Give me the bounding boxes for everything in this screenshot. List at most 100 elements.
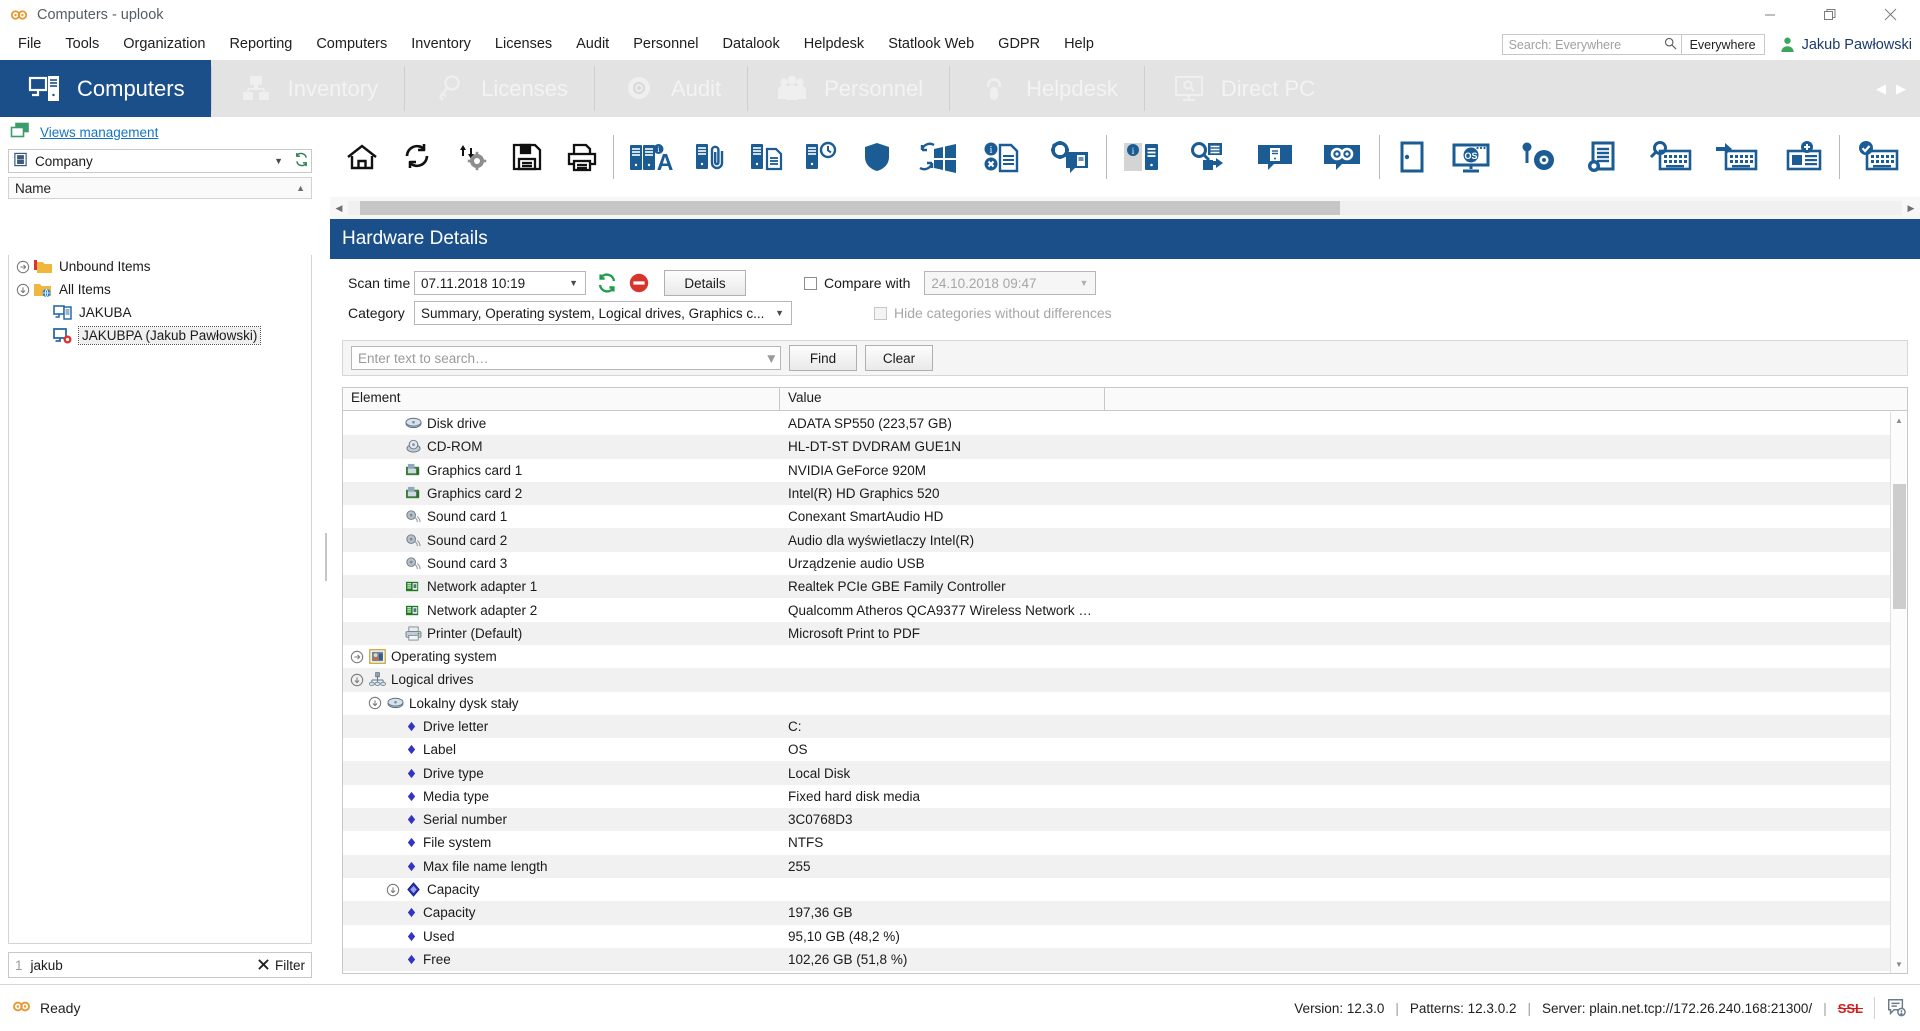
delete-scan-button[interactable]: [626, 270, 652, 296]
keyboard-export-icon[interactable]: [1703, 129, 1769, 185]
computer-comment-icon[interactable]: [1243, 129, 1309, 185]
company-selector[interactable]: Company ▼: [8, 149, 312, 173]
toolbar-scroll-left-icon[interactable]: ◀: [330, 203, 348, 214]
keyboard-add-icon[interactable]: [1769, 129, 1835, 185]
table-row[interactable]: Capacity 197,36 GB: [343, 901, 1907, 925]
table-row[interactable]: Media type Fixed hard disk media: [343, 785, 1907, 808]
compare-with-checkbox[interactable]: [804, 276, 817, 290]
menu-item-licenses[interactable]: Licenses: [483, 33, 564, 55]
table-row[interactable]: Graphics card 2 Intel(R) HD Graphics 520: [343, 481, 1907, 506]
table-row[interactable]: Label OS: [343, 738, 1907, 761]
grid-scroll-thumb[interactable]: [1893, 484, 1906, 609]
table-row[interactable]: Printer (Default) Microsoft Print to PDF: [343, 621, 1907, 645]
table-row[interactable]: Capacity: [343, 878, 1907, 901]
tree-node-all-items[interactable]: All Items: [9, 278, 311, 301]
table-row[interactable]: Network adapter 1 Realtek PCIe GBE Family…: [343, 575, 1907, 599]
table-row[interactable]: Disk drive ADATA SP550 (223,57 GB): [343, 412, 1907, 435]
table-row[interactable]: Graphics card 1 NVIDIA GeForce 920M: [343, 459, 1907, 482]
expander-expanded-icon[interactable]: [366, 696, 384, 710]
computer-info-grey-icon[interactable]: i: [1111, 129, 1177, 185]
menu-item-file[interactable]: File: [6, 33, 53, 55]
tree-filter-bar[interactable]: 1 jakub Filter: [8, 952, 312, 978]
door-icon[interactable]: [1384, 129, 1439, 185]
table-row[interactable]: Serial number 3C0768D3: [343, 808, 1907, 832]
toolbar-scroll-track[interactable]: [348, 201, 1902, 215]
table-row[interactable]: Lokalny dysk stały: [343, 692, 1907, 715]
panel-splitter[interactable]: [321, 117, 330, 984]
chevron-down-icon[interactable]: ▼: [270, 156, 287, 166]
table-row[interactable]: Logical drives: [343, 668, 1907, 692]
table-row[interactable]: Sound card 1 Conexant SmartAudio HD: [343, 505, 1907, 528]
menu-item-statlook-web[interactable]: Statlook Web: [876, 33, 986, 55]
grid-vertical-scrollbar[interactable]: ▲ ▼: [1890, 412, 1907, 973]
refresh-small-icon[interactable]: [294, 152, 309, 170]
chevron-up-icon[interactable]: ▲: [1891, 412, 1907, 429]
tab-scroll-prev-icon[interactable]: ◀: [1876, 81, 1886, 97]
tree-node-jakubpa[interactable]: JAKUBPA (Jakub Pawłowski): [9, 324, 311, 347]
chevron-down-icon[interactable]: ▼: [1891, 956, 1907, 973]
os-monitor-icon[interactable]: OS: [1439, 129, 1505, 185]
filter-value[interactable]: jakub: [31, 958, 63, 973]
table-row[interactable]: Free 102,26 GB (51,8 %): [343, 947, 1907, 972]
sort-asc-icon[interactable]: ▲: [296, 183, 305, 193]
tab-audit[interactable]: Audit: [593, 60, 747, 117]
tree-node-jakuba[interactable]: JAKUBA: [9, 301, 311, 324]
expander-expanded-icon[interactable]: [15, 282, 31, 298]
table-row[interactable]: Operating system: [343, 645, 1907, 668]
grid-column-value[interactable]: Value: [780, 388, 1105, 410]
menu-item-inventory[interactable]: Inventory: [399, 33, 483, 55]
save-icon[interactable]: [499, 129, 554, 185]
scan-time-select[interactable]: 07.11.2018 10:19 ▼: [414, 271, 586, 295]
tab-scroll-next-icon[interactable]: ▶: [1896, 81, 1906, 97]
chevron-down-icon[interactable]: ▼: [770, 308, 789, 318]
menu-item-audit[interactable]: Audit: [564, 33, 621, 55]
table-row[interactable]: Sound card 3 Urządzenie audio USB: [343, 552, 1907, 575]
expander-collapsed-icon[interactable]: [15, 259, 31, 275]
close-icon[interactable]: [1860, 0, 1920, 29]
key-disc-icon[interactable]: [1505, 129, 1571, 185]
computers-info-icon[interactable]: i A: [618, 129, 684, 185]
toolbar-scroll-right-icon[interactable]: ▶: [1902, 203, 1920, 214]
windows-update-icon[interactable]: [904, 129, 970, 185]
table-row[interactable]: Used 95,10 GB (48,2 %): [343, 925, 1907, 948]
uplook-comment-icon[interactable]: [1309, 129, 1375, 185]
chevron-down-icon[interactable]: ▼: [1074, 278, 1093, 288]
menu-item-computers[interactable]: Computers: [304, 33, 399, 55]
grid-search-input[interactable]: Enter text to search… ▼: [351, 346, 781, 370]
refresh-icon[interactable]: [389, 129, 444, 185]
maximize-icon[interactable]: [1800, 0, 1860, 29]
chevron-down-icon[interactable]: ▼: [765, 351, 778, 366]
toolbar-scroll-thumb[interactable]: [360, 201, 1340, 215]
menu-item-gdpr[interactable]: GDPR: [986, 33, 1052, 55]
menu-item-reporting[interactable]: Reporting: [217, 33, 304, 55]
menu-item-organization[interactable]: Organization: [111, 33, 217, 55]
tab-direct-pc[interactable]: Direct PC: [1143, 60, 1341, 117]
search-scope-button[interactable]: Everywhere: [1681, 34, 1765, 55]
refresh-scan-button[interactable]: [594, 270, 620, 296]
notification-icon[interactable]: [1886, 997, 1906, 1020]
details-button[interactable]: Details: [664, 270, 746, 296]
expander-expanded-icon[interactable]: [348, 673, 366, 687]
tree-column-header[interactable]: Name ▲: [8, 177, 312, 199]
global-search-input[interactable]: Search: Everywhere: [1501, 34, 1682, 55]
certificate-icon[interactable]: [1571, 129, 1637, 185]
menu-item-datalook[interactable]: Datalook: [711, 33, 792, 55]
find-button[interactable]: Find: [789, 345, 857, 371]
compare-date-select[interactable]: 24.10.2018 09:47 ▼: [924, 271, 1097, 295]
filter-label[interactable]: Filter: [275, 958, 305, 973]
document-error-icon[interactable]: i: [970, 129, 1036, 185]
keyboard-search-icon[interactable]: [1637, 129, 1703, 185]
menu-item-personnel[interactable]: Personnel: [621, 33, 710, 55]
home-icon[interactable]: [334, 129, 389, 185]
computer-settings-chat-icon[interactable]: [1036, 129, 1102, 185]
tab-licenses[interactable]: Licenses: [404, 60, 594, 117]
keyboard-check-icon[interactable]: [1844, 129, 1910, 185]
print-icon[interactable]: [554, 129, 609, 185]
computer-attachment-icon[interactable]: [684, 129, 739, 185]
tree-node-unbound-items[interactable]: Unbound Items: [9, 255, 311, 278]
sync-settings-icon[interactable]: [444, 129, 499, 185]
expander-collapsed-icon[interactable]: [348, 650, 366, 664]
table-row[interactable]: Drive type Local Disk: [343, 761, 1907, 785]
user-chip[interactable]: Jakub Pawłowski: [1779, 36, 1912, 53]
views-management-link[interactable]: Views management: [40, 125, 158, 140]
